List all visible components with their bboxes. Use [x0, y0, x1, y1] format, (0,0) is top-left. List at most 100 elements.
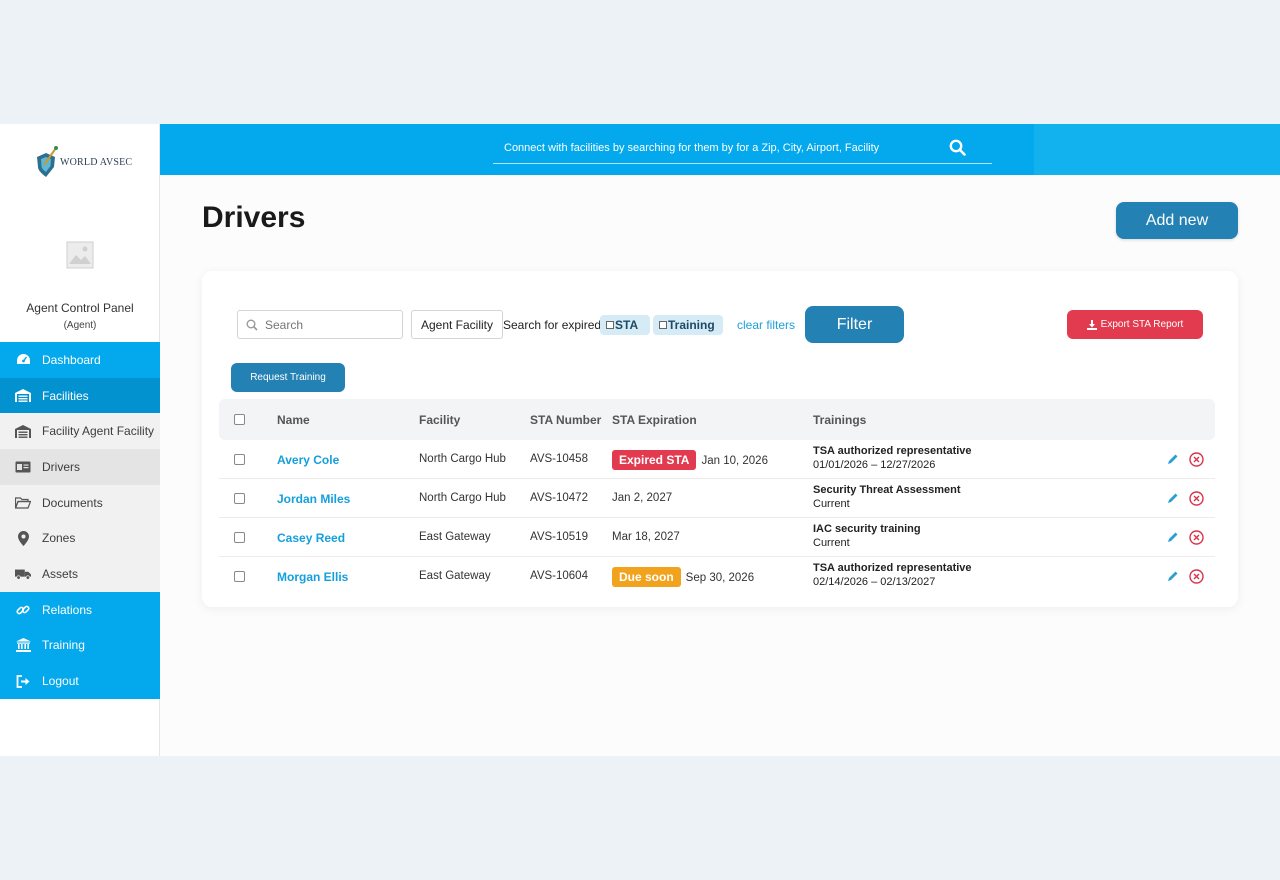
- brand-logo[interactable]: WORLD AVSEC: [34, 144, 134, 180]
- row-checkbox[interactable]: [234, 532, 245, 543]
- sidebar-item-training[interactable]: Training: [0, 627, 160, 664]
- sta-expiration-cell: Expired STA Jan 10, 2026: [612, 450, 768, 470]
- training-chip-label: Training: [668, 318, 715, 332]
- driver-name-link[interactable]: Casey Reed: [277, 531, 345, 545]
- facility-cell: North Cargo Hub: [419, 453, 506, 465]
- sidebar-nav: Dashboard Facilities Facility Agent Faci…: [0, 342, 160, 699]
- sidebar-item-label: Relations: [42, 602, 93, 617]
- row-checkbox[interactable]: [234, 454, 245, 465]
- training-title: TSA authorized representative: [813, 445, 972, 457]
- table-row: Morgan Ellis East Gateway AVS-10604 Due …: [219, 557, 1215, 596]
- training-checkbox[interactable]: [659, 321, 667, 329]
- sidebar-item-facility-agent-facility[interactable]: Facility Agent Facility: [0, 413, 160, 450]
- drivers-card: Agent Facility Search for expired STA Tr…: [202, 271, 1238, 607]
- row-checkbox[interactable]: [234, 571, 245, 582]
- panel-role: (Agent): [63, 320, 97, 331]
- col-facility[interactable]: Facility: [419, 413, 460, 427]
- app-frame: WORLD AVSEC Agent Control Panel (Agent) …: [0, 124, 1280, 756]
- panel-title: Agent Control Panel: [26, 301, 134, 315]
- sidebar-item-assets[interactable]: Assets: [0, 556, 160, 592]
- global-search-placeholder: Connect with facilities by searching for…: [504, 141, 880, 154]
- facility-cell: East Gateway: [419, 570, 491, 582]
- sidebar-item-label: Facility Agent Facility: [42, 424, 155, 439]
- training-status: Current: [813, 498, 850, 510]
- sidebar-item-label: Facilities: [42, 388, 89, 403]
- warehouse-icon: [15, 388, 31, 404]
- row-checkbox[interactable]: [234, 493, 245, 504]
- folder-icon: [15, 495, 31, 511]
- edit-pencil-icon[interactable]: [1165, 568, 1181, 584]
- search-icon[interactable]: [949, 139, 966, 156]
- institution-icon: [15, 637, 31, 653]
- sidebar-item-label: Documents: [42, 495, 103, 510]
- facility-cell: East Gateway: [419, 531, 491, 543]
- request-training-button[interactable]: Request Training: [231, 363, 345, 392]
- sidebar: WORLD AVSEC Agent Control Panel (Agent) …: [0, 124, 160, 756]
- top-bar: Connect with facilities by searching for…: [160, 124, 1280, 175]
- delete-circle-x-icon[interactable]: [1188, 568, 1204, 584]
- training-dates: 01/01/2026 – 12/27/2026: [813, 459, 936, 471]
- driver-name-link[interactable]: Morgan Ellis: [277, 570, 348, 584]
- sidebar-item-label: Assets: [42, 566, 79, 581]
- due-soon-badge: Due soon: [612, 567, 681, 587]
- training-cell: IAC security training Current: [813, 523, 921, 549]
- sidebar-item-label: Dashboard: [42, 352, 101, 367]
- search-input[interactable]: [265, 317, 385, 332]
- sidebar-item-facilities[interactable]: Facilities: [0, 377, 160, 414]
- sidebar-item-logout[interactable]: Logout: [0, 663, 160, 699]
- expired-sta-badge: Expired STA: [612, 450, 697, 470]
- sta-chip-label: STA: [615, 318, 639, 332]
- col-name[interactable]: Name: [277, 413, 310, 427]
- add-new-button[interactable]: Add new: [1116, 202, 1238, 239]
- sta-number-cell: AVS-10519: [530, 531, 588, 543]
- filter-button[interactable]: Filter: [805, 306, 904, 343]
- col-sta-number[interactable]: STA Number: [530, 413, 601, 427]
- sidebar-item-dashboard[interactable]: Dashboard: [0, 342, 160, 378]
- sta-number-cell: AVS-10472: [530, 492, 588, 504]
- driver-name-link[interactable]: Avery Cole: [277, 453, 339, 467]
- training-cell: TSA authorized representative 02/14/2026…: [813, 562, 972, 588]
- training-title: IAC security training: [813, 523, 921, 535]
- col-trainings[interactable]: Trainings: [813, 413, 866, 427]
- sign-out-icon: [15, 673, 31, 689]
- sidebar-item-relations[interactable]: Relations: [0, 591, 160, 628]
- edit-pencil-icon[interactable]: [1165, 490, 1181, 506]
- sidebar-item-drivers[interactable]: Drivers: [0, 449, 160, 485]
- sidebar-item-documents[interactable]: Documents: [0, 484, 160, 521]
- export-label: Export STA Report: [1100, 319, 1184, 330]
- sta-checkbox[interactable]: [606, 321, 614, 329]
- table-header: Name Facility STA Number STA Expiration …: [219, 399, 1215, 440]
- sidebar-item-label: Zones: [42, 531, 76, 546]
- sidebar-item-zones[interactable]: Zones: [0, 520, 160, 557]
- sta-number-cell: AVS-10458: [530, 453, 588, 465]
- sta-number-cell: AVS-10604: [530, 570, 588, 582]
- delete-circle-x-icon[interactable]: [1188, 529, 1204, 545]
- expiration-date: Sep 30, 2026: [685, 572, 755, 584]
- training-filter-chip[interactable]: Training: [653, 315, 723, 335]
- col-sta-expiration[interactable]: STA Expiration: [612, 413, 697, 427]
- driver-name-link[interactable]: Jordan Miles: [277, 492, 350, 506]
- global-facility-search[interactable]: Connect with facilities by searching for…: [493, 132, 992, 164]
- training-status: Current: [813, 537, 850, 549]
- expiration-date: Jan 2, 2027: [612, 492, 673, 504]
- training-dates: 02/14/2026 – 02/13/2027: [813, 576, 936, 588]
- shield-logo-icon: [37, 146, 58, 177]
- edit-pencil-icon[interactable]: [1165, 529, 1181, 545]
- delete-circle-x-icon[interactable]: [1188, 490, 1204, 506]
- search-field[interactable]: [237, 310, 403, 339]
- edit-pencil-icon[interactable]: [1165, 451, 1181, 467]
- search-icon: [246, 319, 258, 331]
- expiration-date: Mar 18, 2027: [612, 531, 680, 543]
- facility-cell: North Cargo Hub: [419, 492, 506, 504]
- sta-expiration-cell: Due soon Sep 30, 2026: [612, 567, 754, 587]
- table-row: Casey Reed East Gateway AVS-10519 Mar 18…: [219, 518, 1215, 557]
- expiration-date: Jan 10, 2026: [701, 455, 768, 467]
- facility-select[interactable]: Agent Facility: [411, 310, 503, 339]
- sidebar-item-label: Drivers: [42, 459, 80, 474]
- export-sta-report-button[interactable]: Export STA Report: [1067, 310, 1203, 339]
- sta-filter-chip[interactable]: STA: [600, 315, 650, 335]
- delete-circle-x-icon[interactable]: [1188, 451, 1204, 467]
- clear-filters-link[interactable]: clear filters: [737, 318, 795, 332]
- select-all-checkbox[interactable]: [234, 414, 245, 425]
- map-marker-icon: [15, 530, 31, 546]
